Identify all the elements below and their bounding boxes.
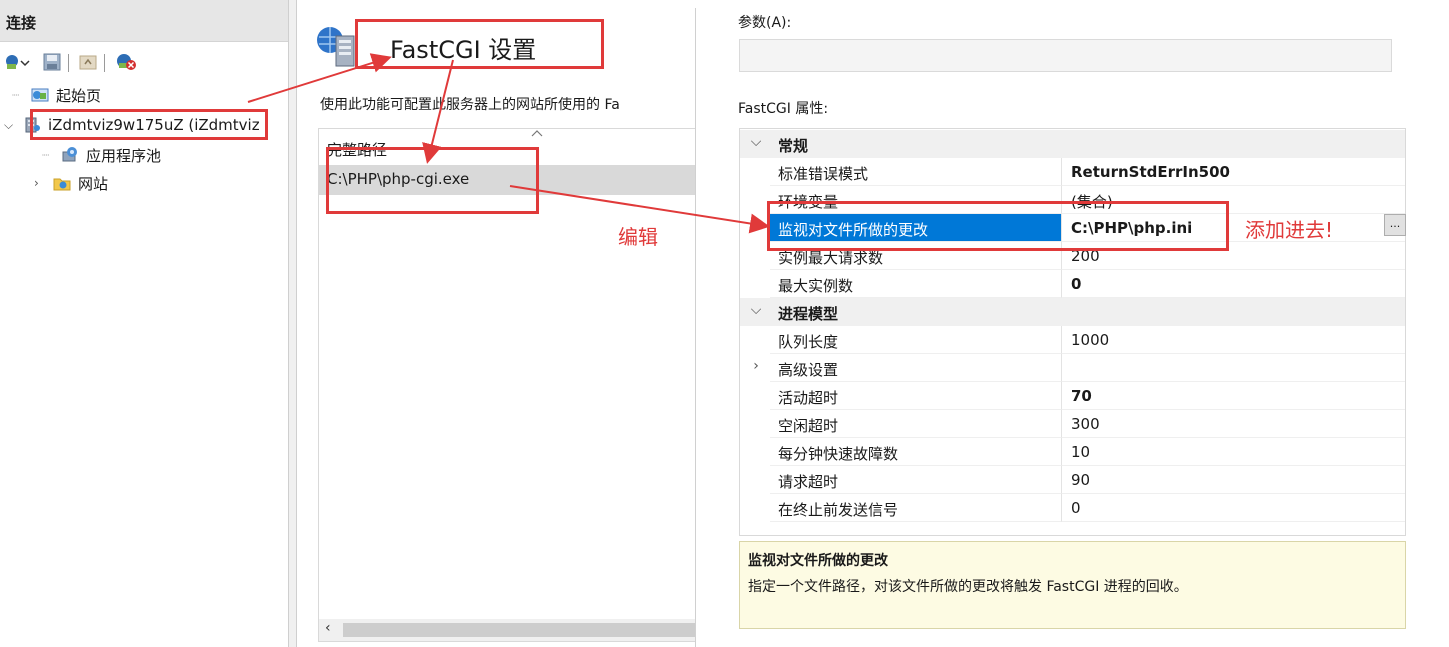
- property-row[interactable]: 标准错误模式 ReturnStdErrIn500: [740, 158, 1405, 186]
- category-label: 常规: [778, 137, 809, 155]
- connections-title: 连接: [6, 14, 37, 32]
- arguments-label: 参数(A):: [738, 15, 792, 31]
- property-value[interactable]: 90: [1062, 466, 1405, 494]
- property-value[interactable]: ReturnStdErrIn500: [1062, 158, 1405, 186]
- property-name: 活动超时: [770, 382, 1062, 410]
- fastcgi-pane: FastCGI 设置 使用此功能可配置此服务器上的网站所使用的 Fa 完整路径 …: [298, 0, 695, 647]
- horizontal-scrollbar[interactable]: ‹: [319, 619, 695, 641]
- property-value[interactable]: 0: [1062, 270, 1405, 298]
- annotation-box-property: [767, 201, 1229, 251]
- category-label: 进程模型: [778, 305, 839, 323]
- description-text: 指定一个文件路径，对该文件所做的更改将触发 FastCGI 进程的回收。: [748, 579, 1188, 595]
- property-value[interactable]: 300: [1062, 410, 1405, 438]
- toolbar-separator: [68, 54, 69, 72]
- annotation-edit-label: 编辑: [618, 225, 658, 249]
- chevron-down-icon[interactable]: ⌵: [748, 302, 764, 318]
- arguments-input[interactable]: [739, 39, 1392, 72]
- tree-item-app-pools[interactable]: ┈ 应用程序池: [42, 142, 161, 168]
- property-description-panel: 监视对文件所做的更改 指定一个文件路径，对该文件所做的更改将触发 FastCGI…: [739, 541, 1406, 629]
- sites-folder-icon: [53, 178, 71, 191]
- tree-label-app-pools: 应用程序池: [86, 146, 162, 165]
- tree-item-sites[interactable]: › 网站: [34, 170, 108, 196]
- tree-label-sites: 网站: [78, 174, 109, 193]
- pane-splitter[interactable]: [288, 0, 297, 647]
- property-row[interactable]: 活动超时 70: [740, 382, 1405, 410]
- property-name: 队列长度: [770, 326, 1062, 354]
- connections-pane: 连接 ┈ 起始页 ⌵ iZdmtviz9w175uZ (iZdmtviz ┈ 应…: [0, 0, 288, 647]
- property-row[interactable]: 每分钟快速故障数 10: [740, 438, 1405, 466]
- chevron-right-icon[interactable]: ›: [34, 176, 46, 190]
- property-row[interactable]: 队列长度 1000: [740, 326, 1405, 354]
- property-row[interactable]: 最大实例数 0: [740, 270, 1405, 298]
- toolbar-separator: [104, 54, 105, 72]
- feature-description: 使用此功能可配置此服务器上的网站所使用的 Fa: [320, 97, 620, 113]
- save-icon[interactable]: [42, 52, 62, 72]
- property-value[interactable]: 70: [1062, 382, 1405, 410]
- tree-label-start-page: 起始页: [56, 86, 102, 105]
- property-row[interactable]: 请求超时 90: [740, 466, 1405, 494]
- property-name: 请求超时: [770, 466, 1062, 494]
- fastcgi-feature-icon: [317, 27, 355, 67]
- tree-line: ┈: [42, 148, 50, 162]
- scroll-left-icon[interactable]: ‹: [325, 620, 331, 636]
- property-value[interactable]: 10: [1062, 438, 1405, 466]
- tree-line: ┈: [12, 88, 20, 102]
- annotation-add-label: 添加进去!: [1245, 218, 1334, 242]
- property-row[interactable]: 空闲超时 300: [740, 410, 1405, 438]
- property-name: 标准错误模式: [770, 158, 1062, 186]
- property-value[interactable]: 0: [1062, 494, 1405, 522]
- property-name: 每分钟快速故障数: [770, 438, 1062, 466]
- property-row[interactable]: 在终止前发送信号 0: [740, 494, 1405, 522]
- connections-toolbar: [0, 44, 288, 80]
- up-level-icon[interactable]: [78, 52, 98, 72]
- sort-ascending-icon: [531, 130, 543, 137]
- browse-ellipsis-button[interactable]: ...: [1384, 214, 1406, 236]
- chevron-down-icon[interactable]: ⌵: [4, 118, 16, 133]
- dialog-edge: [695, 8, 696, 647]
- tree-item-start-page[interactable]: ┈ 起始页: [12, 82, 101, 108]
- properties-label: FastCGI 属性:: [738, 101, 829, 117]
- property-name: 高级设置: [770, 354, 1062, 382]
- property-name: 空闲超时: [770, 410, 1062, 438]
- annotation-box-path: [326, 147, 539, 214]
- app-pool-icon: [62, 147, 77, 162]
- start-page-icon: [31, 88, 49, 102]
- property-name: 最大实例数: [770, 270, 1062, 298]
- disconnect-icon[interactable]: [114, 52, 136, 72]
- connections-header: 连接: [0, 0, 288, 42]
- edit-fastcgi-dialog: 参数(A): FastCGI 属性: ⌵ 常规 标准错误模式 ReturnStd…: [695, 0, 1449, 647]
- annotation-box-server: [30, 109, 268, 140]
- chevron-down-icon[interactable]: ⌵: [748, 134, 764, 150]
- scrollbar-thumb[interactable]: [343, 623, 695, 637]
- property-value[interactable]: 1000: [1062, 326, 1405, 354]
- annotation-box-title: [355, 19, 604, 69]
- property-row[interactable]: › 高级设置: [740, 354, 1405, 382]
- description-title: 监视对文件所做的更改: [748, 553, 888, 569]
- property-value[interactable]: [1062, 354, 1405, 382]
- chevron-right-icon[interactable]: ›: [748, 358, 764, 374]
- connect-icon[interactable]: [4, 52, 30, 72]
- category-process-model[interactable]: ⌵ 进程模型: [740, 298, 1405, 326]
- category-general[interactable]: ⌵ 常规: [740, 130, 1405, 158]
- property-grid: ⌵ 常规 标准错误模式 ReturnStdErrIn500 环境变量 (集合) …: [739, 128, 1406, 536]
- property-name: 在终止前发送信号: [770, 494, 1062, 522]
